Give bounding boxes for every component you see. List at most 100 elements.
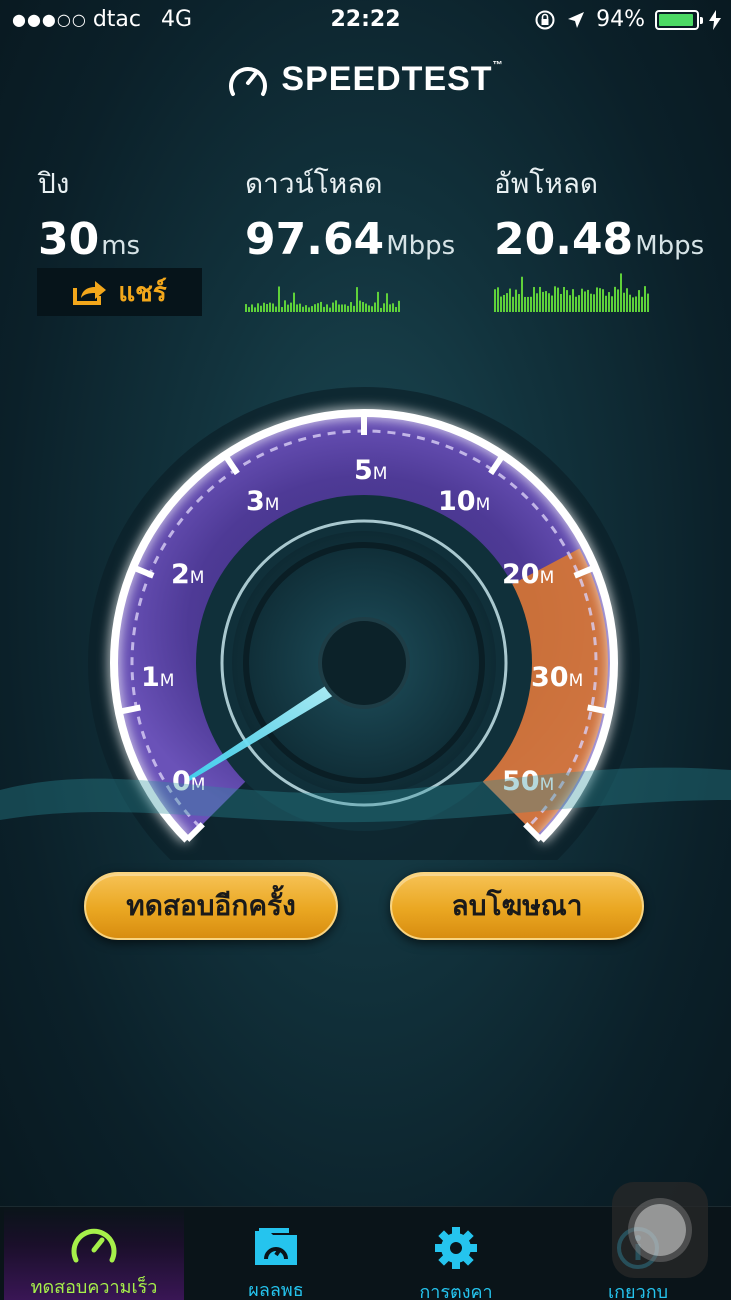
status-bar: ●●●○○ dtac 4G 22:22 94% bbox=[0, 0, 731, 40]
graph-bar bbox=[248, 307, 250, 312]
ping-value-row: 30ms bbox=[38, 214, 140, 265]
graph-bar bbox=[536, 293, 538, 312]
graph-bar bbox=[533, 287, 535, 312]
graph-bar bbox=[392, 303, 394, 312]
graph-bar bbox=[368, 305, 370, 312]
graph-bar bbox=[284, 300, 286, 312]
graph-bar bbox=[323, 306, 325, 312]
graph-bar bbox=[266, 304, 268, 312]
graph-bar bbox=[530, 296, 532, 312]
graph-bar bbox=[326, 304, 328, 312]
graph-bar bbox=[302, 306, 304, 312]
graph-bar bbox=[398, 300, 400, 312]
graph-bar bbox=[647, 293, 649, 312]
graph-bar bbox=[377, 291, 379, 312]
gauge-needle-hub bbox=[318, 617, 410, 709]
download-speed-graph bbox=[245, 286, 400, 312]
graph-bar bbox=[575, 296, 577, 312]
retest-button[interactable]: ทดสอบอีกครั้ง bbox=[84, 872, 338, 940]
graph-bar bbox=[545, 291, 547, 312]
graph-bar bbox=[314, 304, 316, 312]
tab-label-settings: การตงคา bbox=[419, 1282, 493, 1300]
graph-bar bbox=[299, 303, 301, 312]
graph-bar bbox=[590, 293, 592, 312]
download-value-row: 97.64Mbps bbox=[245, 214, 455, 265]
graph-bar bbox=[359, 300, 361, 312]
share-icon bbox=[73, 281, 107, 305]
graph-bar bbox=[335, 300, 337, 312]
remove-ads-button[interactable]: ลบโฆษณา bbox=[390, 872, 644, 940]
graph-bar bbox=[518, 294, 520, 312]
graph-bar bbox=[635, 296, 637, 312]
ping-stat: ปิง 30ms bbox=[38, 162, 140, 265]
graph-bar bbox=[512, 296, 514, 312]
graph-bar bbox=[356, 287, 358, 312]
battery-icon bbox=[655, 9, 703, 30]
speed-gauge: 0M 1M 2M 3M 5M 10M 20M 30M 50M bbox=[0, 387, 731, 860]
graph-bar bbox=[605, 295, 607, 312]
download-value: 97.64 bbox=[245, 214, 385, 265]
upload-unit: Mbps bbox=[635, 231, 705, 261]
graph-bar bbox=[503, 294, 505, 312]
graph-bar bbox=[317, 303, 319, 312]
graph-bar bbox=[287, 304, 289, 312]
gauge-tick bbox=[118, 704, 141, 715]
graph-bar bbox=[347, 305, 349, 312]
graph-bar bbox=[548, 293, 550, 312]
graph-bar bbox=[344, 304, 346, 312]
graph-bar bbox=[497, 287, 499, 312]
upload-speed-graph bbox=[494, 273, 649, 312]
graph-bar bbox=[515, 289, 517, 312]
graph-bar bbox=[290, 302, 292, 312]
graph-bar bbox=[296, 304, 298, 312]
graph-bar bbox=[644, 286, 646, 312]
graph-bar bbox=[308, 307, 310, 312]
graph-bar bbox=[506, 293, 508, 312]
logo-text: SPEEDTEST™ bbox=[281, 60, 503, 99]
graph-bar bbox=[341, 304, 343, 312]
tab-speed-test[interactable]: ทดสอบความเร็ว bbox=[4, 1207, 184, 1300]
graph-bar bbox=[245, 304, 247, 312]
speedometer-icon bbox=[70, 1225, 118, 1266]
tab-results[interactable]: ผลลพธ bbox=[186, 1207, 366, 1300]
graph-bar bbox=[611, 296, 613, 312]
graph-bar bbox=[569, 295, 571, 312]
graph-bar bbox=[539, 286, 541, 312]
graph-bar bbox=[395, 306, 397, 312]
graph-bar bbox=[338, 304, 340, 312]
graph-bar bbox=[623, 292, 625, 312]
graph-bar bbox=[254, 307, 256, 312]
gauge-tick bbox=[587, 704, 610, 715]
battery-percent: 94% bbox=[596, 7, 645, 32]
graph-bar bbox=[272, 303, 274, 312]
graph-bar bbox=[527, 296, 529, 312]
tab-settings[interactable]: การตงคา bbox=[366, 1207, 546, 1300]
logo-trademark: ™ bbox=[492, 60, 504, 71]
ping-unit: ms bbox=[101, 231, 141, 261]
assistive-touch-button[interactable] bbox=[612, 1182, 708, 1278]
charging-bolt-icon bbox=[709, 9, 721, 30]
share-button[interactable]: แชร์ bbox=[37, 268, 202, 316]
graph-bar bbox=[371, 306, 373, 312]
download-label: ดาวน์โหลด bbox=[245, 167, 383, 200]
graph-bar bbox=[593, 294, 595, 312]
graph-bar bbox=[578, 295, 580, 312]
graph-bar bbox=[251, 304, 253, 312]
speedtest-logo: SPEEDTEST™ bbox=[0, 60, 731, 99]
graph-bar bbox=[353, 305, 355, 312]
tab-label-about: เกยวกบ bbox=[607, 1282, 669, 1300]
graph-bar bbox=[362, 302, 364, 312]
upload-value-row: 20.48Mbps bbox=[494, 214, 704, 265]
logo-wordmark: SPEEDTEST bbox=[281, 60, 493, 98]
graph-bar bbox=[584, 291, 586, 312]
graph-bar bbox=[329, 307, 331, 312]
graph-bar bbox=[581, 288, 583, 312]
graph-bar bbox=[566, 290, 568, 312]
upload-value: 20.48 bbox=[494, 214, 634, 265]
graph-bar bbox=[632, 297, 634, 312]
status-right: 94% bbox=[534, 7, 721, 32]
graph-bar bbox=[263, 302, 265, 312]
graph-bar bbox=[602, 289, 604, 312]
download-stat: ดาวน์โหลด 97.64Mbps bbox=[245, 162, 455, 265]
graph-bar bbox=[608, 292, 610, 312]
